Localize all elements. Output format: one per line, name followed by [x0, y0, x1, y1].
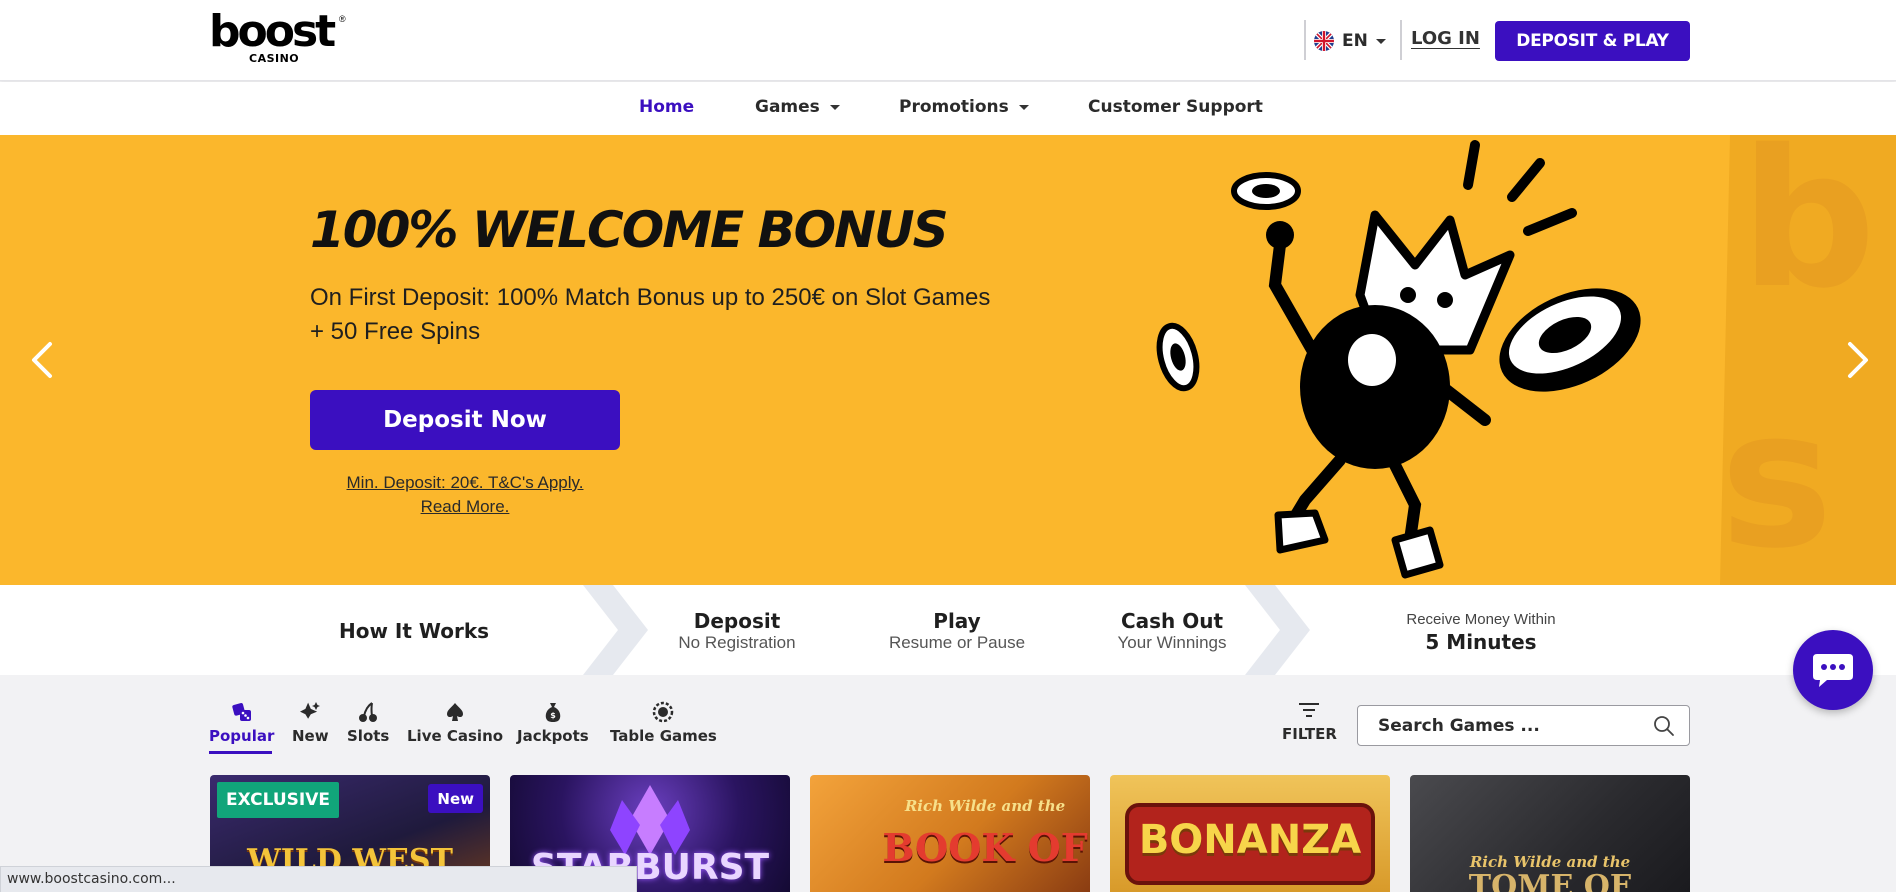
- search-input[interactable]: [1378, 706, 1638, 745]
- category-label: Table Games: [610, 727, 717, 745]
- nav-item-label: Games: [755, 97, 820, 117]
- chevron-down-icon: [829, 104, 840, 110]
- game-tile-book-of-dead[interactable]: Rich Wilde and the BOOK OF: [810, 775, 1090, 892]
- category-table-games[interactable]: Table Games: [610, 701, 717, 745]
- game-tile-bonanza[interactable]: BONANZA: [1110, 775, 1390, 892]
- live-chat-button[interactable]: [1793, 630, 1873, 710]
- boost-casino-logo[interactable]: boost ® CASINO: [209, 10, 346, 66]
- chevron-down-icon: [1018, 104, 1029, 110]
- mascot-illustration: [1156, 140, 1641, 579]
- browser-status-bar: www.boostcasino.com...: [0, 866, 637, 892]
- deposit-and-play-button[interactable]: DEPOSIT & PLAY: [1495, 21, 1690, 61]
- nav-item-home[interactable]: Home: [639, 97, 694, 117]
- hero-banner: b s 100% WELCOME BONUS On First Deposit:…: [0, 135, 1896, 585]
- logo-subtitle: CASINO: [249, 52, 300, 65]
- game-title: BONANZA: [1138, 817, 1362, 863]
- step-cash-out: Cash Out Your Winnings: [1072, 609, 1272, 653]
- category-label: Slots: [347, 727, 390, 745]
- category-live-casino[interactable]: Live Casino: [407, 701, 503, 745]
- hero-title: 100% WELCOME BONUS: [310, 201, 949, 259]
- step-play: Play Resume or Pause: [857, 609, 1057, 653]
- nav-item-games[interactable]: Games: [755, 97, 840, 117]
- category-slots[interactable]: Slots: [347, 701, 389, 745]
- nav-item-customer-support[interactable]: Customer Support: [1088, 97, 1263, 117]
- language-code: EN: [1342, 31, 1368, 51]
- category-label: Jackpots: [517, 727, 589, 745]
- nav-item-label: Customer Support: [1088, 97, 1263, 117]
- filter-label: FILTER: [1282, 725, 1337, 743]
- step-subtitle: Resume or Pause: [888, 633, 1026, 652]
- game-title-prefix: Rich Wilde and the: [904, 797, 1066, 815]
- page: boost ® CASINO EN LOG IN DEPOSIT & PLAY …: [0, 0, 1896, 892]
- game-title: BOOK OF: [882, 825, 1088, 870]
- search-icon[interactable]: [1653, 715, 1675, 737]
- svg-text:b: b: [1740, 135, 1876, 330]
- receive-money-info: Receive Money Within 5 Minutes: [1381, 611, 1581, 655]
- step-title: Cash Out: [1120, 609, 1224, 633]
- divider: [1304, 20, 1306, 60]
- language-selector[interactable]: EN: [1314, 28, 1386, 54]
- nav-item-label: Promotions: [899, 97, 1009, 117]
- category-new[interactable]: New: [292, 701, 329, 745]
- spade-icon: [447, 703, 464, 721]
- filter-icon: [1299, 703, 1320, 717]
- dice-icon: [232, 703, 251, 721]
- carousel-prev-arrow[interactable]: [22, 330, 62, 390]
- receive-title: 5 Minutes: [1425, 630, 1537, 654]
- filter-button[interactable]: FILTER: [1282, 701, 1337, 743]
- game-title: TOME OF: [1468, 869, 1632, 892]
- receive-subtitle: Receive Money Within: [1406, 611, 1556, 628]
- logo-word: boost: [209, 6, 336, 57]
- step-subtitle: Your Winnings: [1117, 633, 1227, 652]
- logo-registered-mark: ®: [339, 14, 346, 24]
- category-popular[interactable]: Popular: [209, 701, 274, 745]
- active-category-indicator: [209, 751, 272, 754]
- nav-item-promotions[interactable]: Promotions: [899, 97, 1029, 117]
- step-deposit: Deposit No Registration: [637, 609, 837, 653]
- how-it-works-strip: How It Works Deposit No Registration Pla…: [0, 585, 1896, 675]
- carousel-next-arrow[interactable]: [1838, 330, 1878, 390]
- chat-icon: [1813, 654, 1853, 687]
- search-games-field[interactable]: [1357, 705, 1690, 746]
- sparkle-icon: [300, 702, 321, 719]
- hero-subtitle: On First Deposit: 100% Match Bonus up to…: [310, 284, 991, 345]
- how-it-works-title: How It Works: [339, 619, 490, 643]
- game-category-bar: Popular New Slots Live Casino $ Jackpots…: [0, 675, 1896, 765]
- read-more-line: Read More.: [420, 497, 510, 516]
- chevron-right-icon: [1245, 585, 1310, 675]
- step-title: Play: [933, 609, 981, 633]
- nav-item-label: Home: [639, 97, 695, 117]
- new-badge: New: [428, 784, 483, 813]
- roulette-icon: [653, 701, 674, 723]
- login-link[interactable]: LOG IN: [1411, 28, 1480, 49]
- step-title: Deposit: [693, 609, 781, 633]
- category-jackpots[interactable]: $ Jackpots: [517, 701, 589, 745]
- uk-flag-icon: [1314, 31, 1334, 51]
- chevron-down-icon: [1375, 38, 1386, 44]
- divider: [1400, 20, 1402, 60]
- category-label: Popular: [209, 727, 275, 745]
- terms-line: Min. Deposit: 20€. T&C's Apply.: [346, 473, 584, 492]
- category-label: Live Casino: [407, 727, 504, 745]
- category-label: New: [292, 727, 329, 745]
- deposit-now-button[interactable]: Deposit Now: [310, 390, 620, 450]
- main-nav: Home Games Promotions Customer Support: [0, 82, 1896, 135]
- terms-link[interactable]: Min. Deposit: 20€. T&C's Apply. Read Mor…: [310, 471, 620, 519]
- cherry-icon: [359, 702, 378, 722]
- exclusive-badge: EXCLUSIVE: [217, 782, 339, 818]
- svg-text:s: s: [1720, 369, 1833, 585]
- svg-text:$: $: [550, 711, 556, 720]
- top-header: boost ® CASINO EN LOG IN DEPOSIT & PLAY: [0, 0, 1896, 81]
- game-tile-tome-of-madness[interactable]: Rich Wilde and the TOME OF: [1410, 775, 1690, 892]
- money-bag-icon: $: [545, 703, 561, 722]
- step-subtitle: No Registration: [678, 633, 796, 652]
